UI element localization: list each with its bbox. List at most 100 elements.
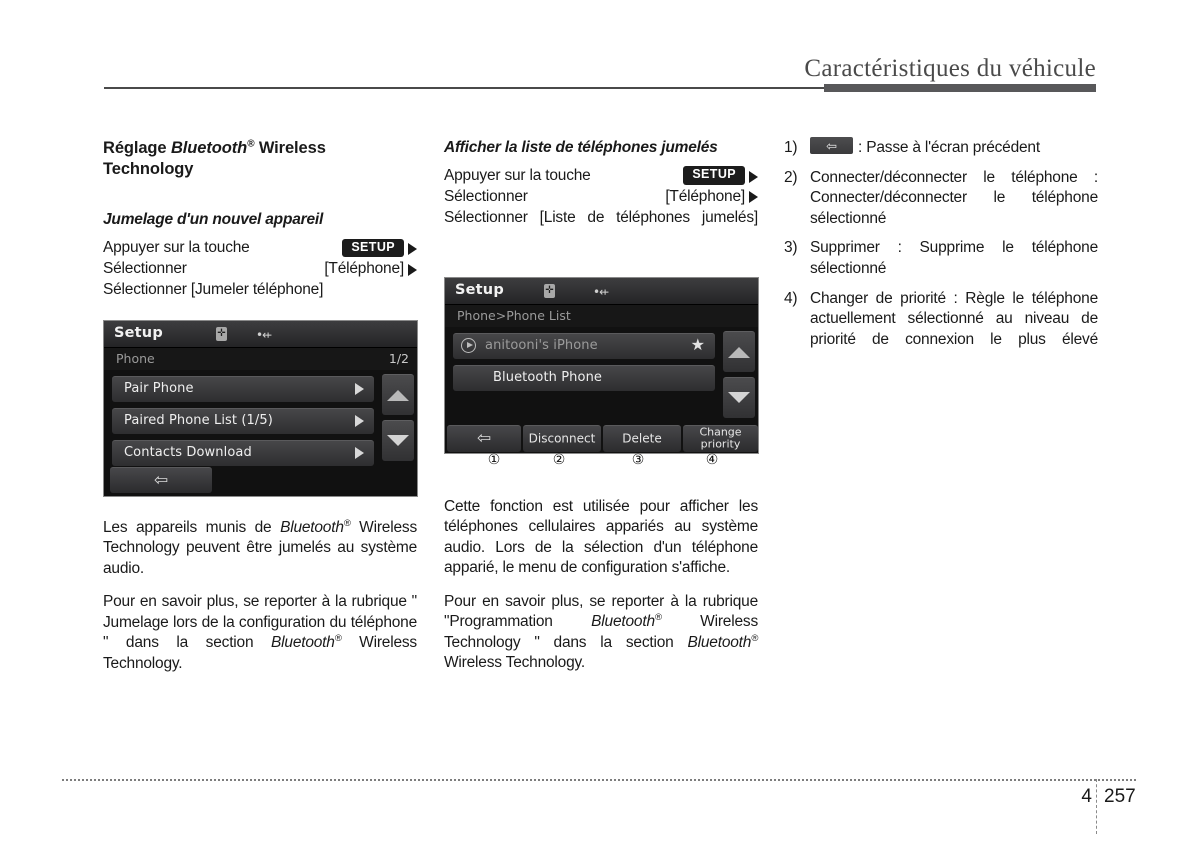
step-1: Appuyer sur la touche SETUP (444, 166, 758, 187)
step-3-text: Sélectionner [Liste de téléphones jumelé… (444, 208, 758, 226)
device-body: anitooni's iPhone ★ Bluetooth Phone ⇦ Di… (445, 327, 758, 453)
step-1: Appuyer sur la touche SETUP (103, 238, 417, 259)
page-title: Caractéristiques du véhicule (804, 55, 1096, 82)
device-title-bar: Setup ✛ •⇷ (104, 321, 417, 348)
device-button-label: Delete (622, 431, 662, 446)
step-2: Sélectionner [Téléphone] (444, 187, 758, 208)
setup-key-badge[interactable]: SETUP (342, 238, 404, 257)
scroll-down-button[interactable] (723, 377, 755, 418)
left-column: Réglage Bluetooth® Wireless Technology J… (103, 138, 417, 301)
device-page-indicator: 1/2 (388, 351, 409, 366)
legend-marker: 3) (784, 239, 798, 257)
device-row-paired-phone-list[interactable]: Paired Phone List (1/5) (112, 408, 374, 434)
legend-marker: 2) (784, 168, 798, 186)
triangle-down-icon (728, 392, 750, 403)
step-3: Sélectionner [Jumeler téléphone] (103, 280, 417, 301)
device-button-label: Change priority (699, 425, 742, 451)
device-body: Pair Phone Paired Phone List (1/5) Conta… (104, 370, 417, 496)
step-2-text-a: Sélectionner (103, 260, 187, 278)
chevron-right-icon (355, 415, 364, 427)
device-title: Setup (114, 325, 163, 341)
device-delete-button[interactable]: Delete (603, 425, 681, 452)
triangle-up-icon (387, 390, 409, 401)
step-1-text: Appuyer sur la touche (444, 167, 591, 185)
subsection-title-phone-list: Afficher la liste de téléphones jumelés (444, 139, 718, 156)
scroll-up-button[interactable] (723, 331, 755, 372)
bluetooth-icon: ✛ (216, 327, 227, 341)
screenshot-callouts: ① ② ③ ④ (444, 453, 759, 473)
arrow-right-icon (749, 191, 758, 204)
chevron-right-icon (355, 383, 364, 395)
legend-text: Changer de priorité : Règle le téléphone… (810, 289, 1098, 348)
arrow-right-icon (749, 170, 758, 183)
step-2-text-b: [Téléphone] (324, 260, 404, 278)
setup-key-badge[interactable]: SETUP (683, 166, 745, 185)
triangle-up-icon (728, 347, 750, 358)
device-title-bar: Setup ✛ •⇷ (445, 278, 758, 305)
right-column: 1) ⇦ : Passe à l'écran précédent 2) Conn… (784, 137, 1098, 351)
footer-divider (62, 779, 1136, 781)
left-column-text: Les appareils munis de Bluetooth® Wirele… (103, 518, 417, 674)
callout-2: ② (552, 452, 566, 468)
legend-text: Connecter/déconnecter le téléphone : Con… (810, 168, 1098, 227)
footer-vertical-divider (1096, 779, 1097, 834)
paragraph-devices-pairable: Les appareils munis de Bluetooth® Wirele… (103, 517, 417, 577)
device-button-label: Disconnect (528, 431, 596, 446)
legend-item-delete: 3) Supprimer : Supprime le téléphone sél… (784, 238, 1098, 279)
footer-chapter-number: 4 (1081, 786, 1092, 807)
device-change-priority-button[interactable]: Change priority (683, 425, 758, 452)
usb-icon: •⇷ (593, 285, 609, 299)
device-row-contacts-download[interactable]: Contacts Download (112, 440, 374, 466)
legend-item-change-priority: 4) Changer de priorité : Règle le téléph… (784, 289, 1098, 351)
legend-text: : Passe à l'écran précédent (858, 139, 1040, 156)
device-disconnect-button[interactable]: Disconnect (523, 425, 601, 452)
screenshot-setup-phone: Setup ✛ •⇷ Phone 1/2 Pair Phone Paired P… (103, 320, 418, 497)
device-breadcrumb-bar: Phone 1/2 (104, 348, 417, 370)
device-row-label: anitooni's iPhone (485, 338, 598, 353)
scroll-down-button[interactable] (382, 420, 414, 461)
arrow-right-icon (408, 242, 417, 255)
device-back-button[interactable]: ⇦ (110, 467, 212, 493)
chevron-right-icon (355, 447, 364, 459)
pairing-steps: Appuyer sur la touche SETUP Sélectionner… (103, 238, 417, 300)
device-back-button[interactable]: ⇦ (447, 425, 521, 452)
section-title-brand: Bluetooth® (170, 138, 255, 158)
paragraph-more-info-pairing: Pour en savoir plus, se reporter à la ru… (103, 593, 417, 672)
legend-marker: 1) (784, 139, 798, 156)
step-1-text: Appuyer sur la touche (103, 239, 250, 257)
star-icon: ★ (690, 335, 705, 354)
step-2-text-a: Sélectionner (444, 187, 528, 205)
header-rule-thick (824, 84, 1096, 92)
step-2: Sélectionner [Téléphone] (103, 259, 417, 280)
subsection-title-pairing: Jumelage d'un nouvel appareil (103, 211, 324, 229)
page-header: Caractéristiques du véhicule (0, 0, 1200, 100)
header-rule-thin (104, 87, 824, 89)
paragraph-function-purpose: Cette fonction est utilisée pour affiche… (444, 498, 758, 577)
callout-4: ④ (705, 452, 719, 468)
middle-column: Afficher la liste de téléphones jumelés … (444, 138, 758, 228)
device-row-label: Contacts Download (124, 445, 252, 460)
legend-text: Supprimer : Supprime le téléphone sélect… (810, 239, 1098, 278)
play-icon (461, 338, 476, 353)
device-row-label: Paired Phone List (1/5) (124, 413, 273, 428)
section-title: Réglage Bluetooth® Wireless Technology (103, 138, 417, 180)
device-breadcrumb: Phone (116, 351, 155, 366)
scroll-up-button[interactable] (382, 374, 414, 415)
back-arrow-icon: ⇦ (153, 470, 169, 490)
button-legend-list: 1) ⇦ : Passe à l'écran précédent 2) Conn… (784, 137, 1098, 351)
device-row-paired-iphone[interactable]: anitooni's iPhone ★ (453, 333, 715, 359)
back-arrow-key-icon: ⇦ (810, 137, 853, 155)
device-breadcrumb: Phone>Phone List (457, 308, 571, 323)
legend-item-back: 1) ⇦ : Passe à l'écran précédent (784, 137, 1098, 159)
back-arrow-icon: ⇦ (476, 428, 492, 449)
triangle-down-icon (387, 435, 409, 446)
legend-marker: 4) (784, 289, 798, 307)
step-2-text-b: [Téléphone] (665, 187, 745, 205)
legend-item-connect-disconnect: 2) Connecter/déconnecter le téléphone : … (784, 168, 1098, 230)
paragraph-more-info-programming: Pour en savoir plus, se reporter à la ru… (444, 592, 758, 672)
device-row-bluetooth-phone[interactable]: Bluetooth Phone (453, 365, 715, 391)
device-row-label: Bluetooth Phone (493, 370, 603, 385)
device-row-pair-phone[interactable]: Pair Phone (112, 376, 374, 402)
device-title: Setup (455, 282, 504, 298)
phone-list-steps: Appuyer sur la touche SETUP Sélectionner… (444, 166, 758, 228)
